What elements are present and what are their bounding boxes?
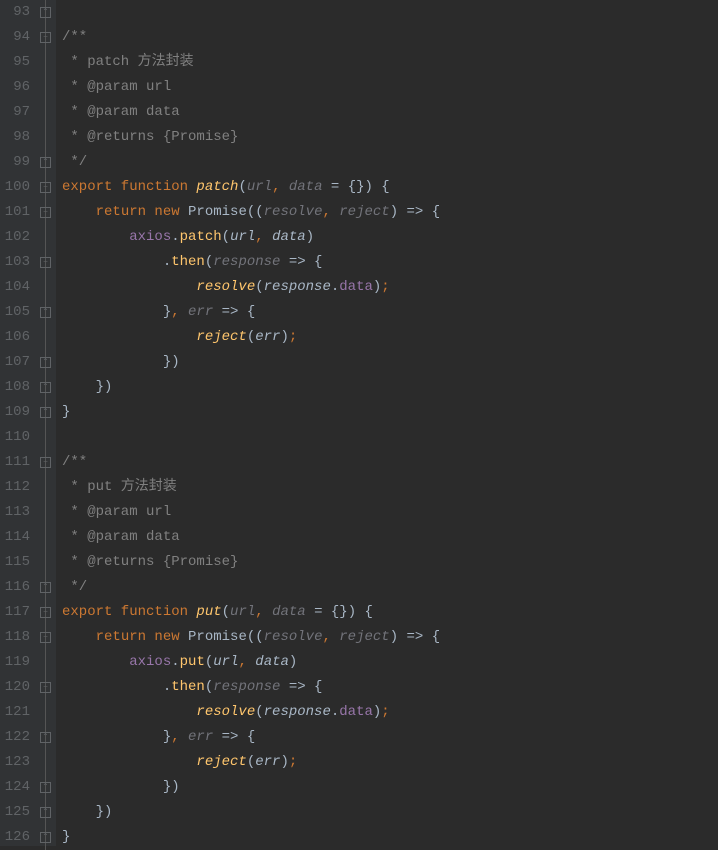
line-number: 113 — [4, 500, 30, 525]
line-number: 103 — [4, 250, 30, 275]
fold-end-icon[interactable]: ⌃ — [40, 7, 51, 18]
code-line[interactable]: axios.patch(url, data) — [62, 225, 718, 250]
code-line[interactable]: * @returns {Promise} — [62, 125, 718, 150]
code-line[interactable]: .then(response => { — [62, 675, 718, 700]
line-number: 101 — [4, 200, 30, 225]
line-number: 106 — [4, 325, 30, 350]
fold-end-icon[interactable]: ⌃ — [40, 807, 51, 818]
line-number-gutter: 9394959697989910010110210310410510610710… — [0, 0, 38, 846]
line-number: 100 — [4, 175, 30, 200]
fold-open-icon[interactable]: − — [40, 457, 51, 468]
code-line[interactable] — [62, 425, 718, 450]
line-number: 105 — [4, 300, 30, 325]
line-number: 97 — [4, 100, 30, 125]
fold-end-icon[interactable]: ⌃ — [40, 782, 51, 793]
code-line[interactable]: * @param data — [62, 525, 718, 550]
line-number: 96 — [4, 75, 30, 100]
fold-open-icon[interactable]: − — [40, 32, 51, 43]
code-line[interactable]: * @param url — [62, 500, 718, 525]
code-line[interactable]: /** — [62, 450, 718, 475]
line-number: 119 — [4, 650, 30, 675]
line-number: 110 — [4, 425, 30, 450]
line-number: 116 — [4, 575, 30, 600]
fold-open-icon[interactable]: − — [40, 632, 51, 643]
code-line[interactable]: .then(response => { — [62, 250, 718, 275]
line-number: 118 — [4, 625, 30, 650]
fold-end-icon[interactable]: ⌃ — [40, 157, 51, 168]
line-number: 94 — [4, 25, 30, 50]
line-number: 95 — [4, 50, 30, 75]
line-number: 114 — [4, 525, 30, 550]
fold-end-icon[interactable]: ⌃ — [40, 832, 51, 843]
line-number: 102 — [4, 225, 30, 250]
line-number: 123 — [4, 750, 30, 775]
code-editor[interactable]: 9394959697989910010110210310410510610710… — [0, 0, 718, 846]
fold-end-icon[interactable]: ⌃ — [40, 407, 51, 418]
fold-open-icon[interactable]: − — [40, 607, 51, 618]
code-line[interactable]: }) — [62, 375, 718, 400]
code-line[interactable]: * @param url — [62, 75, 718, 100]
code-line[interactable]: }) — [62, 800, 718, 825]
code-line[interactable]: * patch 方法封装 — [62, 50, 718, 75]
line-number: 98 — [4, 125, 30, 150]
code-line[interactable]: axios.put(url, data) — [62, 650, 718, 675]
code-line[interactable]: resolve(response.data); — [62, 700, 718, 725]
fold-end-open-icon[interactable]: ⌃ — [40, 307, 51, 318]
fold-open-icon[interactable]: − — [40, 682, 51, 693]
code-line[interactable] — [62, 0, 718, 25]
code-area[interactable]: /** * patch 方法封装 * @param url * @param d… — [56, 0, 718, 846]
fold-open-icon[interactable]: − — [40, 257, 51, 268]
code-line[interactable]: resolve(response.data); — [62, 275, 718, 300]
code-line[interactable]: }) — [62, 350, 718, 375]
line-number: 112 — [4, 475, 30, 500]
code-line[interactable]: }, err => { — [62, 300, 718, 325]
line-number: 122 — [4, 725, 30, 750]
code-line[interactable]: */ — [62, 575, 718, 600]
line-number: 111 — [4, 450, 30, 475]
fold-end-icon[interactable]: ⌃ — [40, 382, 51, 393]
code-line[interactable]: } — [62, 825, 718, 850]
code-line[interactable]: return new Promise((resolve, reject) => … — [62, 625, 718, 650]
line-number: 124 — [4, 775, 30, 800]
fold-column[interactable]: ⌃ − ⌃ − − − ⌃ ⌃ ⌃ ⌃ − ⌃ − − − ⌃ ⌃ ⌃ ⌃ — [38, 0, 56, 846]
line-number: 93 — [4, 0, 30, 25]
code-line[interactable]: /** — [62, 25, 718, 50]
line-number: 104 — [4, 275, 30, 300]
code-line[interactable]: */ — [62, 150, 718, 175]
line-number: 126 — [4, 825, 30, 850]
code-line[interactable]: reject(err); — [62, 750, 718, 775]
code-line[interactable]: export function put(url, data = {}) { — [62, 600, 718, 625]
code-line[interactable]: return new Promise((resolve, reject) => … — [62, 200, 718, 225]
line-number: 121 — [4, 700, 30, 725]
code-line[interactable]: export function patch(url, data = {}) { — [62, 175, 718, 200]
line-number: 109 — [4, 400, 30, 425]
code-line[interactable]: } — [62, 400, 718, 425]
line-number: 120 — [4, 675, 30, 700]
line-number: 117 — [4, 600, 30, 625]
code-line[interactable]: * @returns {Promise} — [62, 550, 718, 575]
line-number: 107 — [4, 350, 30, 375]
line-number: 125 — [4, 800, 30, 825]
line-number: 99 — [4, 150, 30, 175]
code-line[interactable]: }, err => { — [62, 725, 718, 750]
code-line[interactable]: * put 方法封装 — [62, 475, 718, 500]
code-line[interactable]: reject(err); — [62, 325, 718, 350]
line-number: 115 — [4, 550, 30, 575]
fold-end-icon[interactable]: ⌃ — [40, 582, 51, 593]
code-line[interactable]: }) — [62, 775, 718, 800]
line-number: 108 — [4, 375, 30, 400]
code-line[interactable]: * @param data — [62, 100, 718, 125]
fold-end-open-icon[interactable]: ⌃ — [40, 732, 51, 743]
fold-end-icon[interactable]: ⌃ — [40, 357, 51, 368]
fold-open-icon[interactable]: − — [40, 182, 51, 193]
fold-open-icon[interactable]: − — [40, 207, 51, 218]
